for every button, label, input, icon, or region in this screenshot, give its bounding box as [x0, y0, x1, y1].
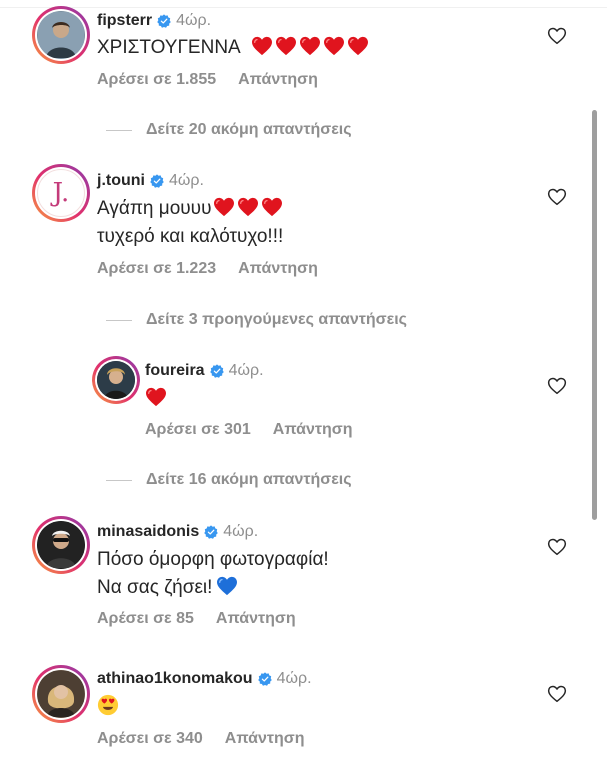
red-heart-emoji: [145, 387, 167, 407]
reply-button[interactable]: Απάντηση: [273, 421, 353, 439]
timestamp[interactable]: 4ώρ.: [277, 670, 312, 688]
red-heart-emoji: [213, 197, 235, 217]
comment-text: Πόσο όμορφη φωτογραφία!: [97, 546, 329, 573]
likes-count[interactable]: Αρέσει σε 301: [145, 421, 251, 439]
red-heart-emoji: [275, 36, 297, 56]
username[interactable]: minasaidonis: [97, 523, 199, 541]
divider-line: [106, 319, 132, 321]
comment-text: [97, 693, 119, 720]
like-heart-icon[interactable]: [547, 685, 567, 703]
avatar[interactable]: J.: [32, 164, 90, 222]
avatar[interactable]: [32, 665, 90, 723]
like-heart-icon[interactable]: [547, 377, 567, 395]
timestamp[interactable]: 4ώρ.: [176, 12, 211, 30]
like-heart-icon[interactable]: [547, 188, 567, 206]
avatar[interactable]: [92, 356, 140, 404]
verified-badge-icon: [150, 174, 164, 188]
timestamp[interactable]: 4ώρ.: [229, 362, 264, 380]
likes-count[interactable]: Αρέσει σε 1.223: [97, 260, 216, 278]
comment-header: fipsterr 4ώρ.: [97, 12, 211, 30]
comment-text-line: τυχερό και καλότυχο!!!: [97, 226, 284, 247]
view-previous-replies[interactable]: Δείτε 3 προηγούμενες απαντήσεις: [106, 311, 407, 329]
reply-button[interactable]: Απάντηση: [216, 610, 296, 628]
username[interactable]: fipsterr: [97, 12, 152, 30]
comment-meta: Αρέσει σε 1.223 Απάντηση: [97, 260, 318, 278]
view-more-replies-label[interactable]: Δείτε 16 ακόμη απαντήσεις: [146, 471, 352, 489]
comment-meta: Αρέσει σε 301 Απάντηση: [145, 421, 353, 439]
divider-line: [106, 479, 132, 481]
reply-button[interactable]: Απάντηση: [238, 71, 318, 89]
username[interactable]: athinao1konomakou: [97, 670, 253, 688]
avatar-photo: [38, 671, 84, 717]
comment-meta: Αρέσει σε 1.855 Απάντηση: [97, 71, 318, 89]
view-previous-replies-label[interactable]: Δείτε 3 προηγούμενες απαντήσεις: [146, 311, 407, 329]
divider-line: [106, 129, 132, 131]
scrollbar[interactable]: [592, 110, 597, 520]
comment-text: ΧΡΙΣΤΟΥΓΕΝΝΑ: [97, 34, 369, 61]
verified-badge-icon: [204, 525, 218, 539]
comment-meta: Αρέσει σε 85 Απάντηση: [97, 610, 296, 628]
reply-button[interactable]: Απάντηση: [225, 730, 305, 748]
comment-text-line: Αγάπη μουυυ: [97, 198, 212, 219]
red-heart-emoji: [237, 197, 259, 217]
avatar-photo: [38, 12, 84, 58]
verified-badge-icon: [258, 672, 272, 686]
comment-text: [145, 385, 167, 412]
username[interactable]: j.touni: [97, 172, 145, 190]
comment-header: foureira 4ώρ.: [145, 362, 264, 380]
view-more-replies-label[interactable]: Δείτε 20 ακόμη απαντήσεις: [146, 121, 352, 139]
view-more-replies[interactable]: Δείτε 16 ακόμη απαντήσεις: [106, 471, 352, 489]
avatar-photo: [38, 522, 84, 568]
comment-header: j.touni 4ώρ.: [97, 172, 204, 190]
blue-heart-emoji: [216, 576, 238, 596]
comment-header: athinao1konomakou 4ώρ.: [97, 670, 312, 688]
username[interactable]: foureira: [145, 362, 205, 380]
verified-badge-icon: [210, 364, 224, 378]
red-heart-emoji: [251, 36, 273, 56]
comment-text: Αγάπη μουυυ: [97, 195, 283, 222]
likes-count[interactable]: Αρέσει σε 340: [97, 730, 203, 748]
comment-text-content: ΧΡΙΣΤΟΥΓΕΝΝΑ: [97, 37, 240, 58]
red-heart-emoji: [299, 36, 321, 56]
avatar[interactable]: [32, 6, 90, 64]
red-heart-emoji: [323, 36, 345, 56]
timestamp[interactable]: 4ώρ.: [223, 523, 258, 541]
avatar[interactable]: [32, 516, 90, 574]
verified-badge-icon: [157, 14, 171, 28]
comment-text-line: Πόσο όμορφη φωτογραφία!: [97, 549, 329, 570]
like-heart-icon[interactable]: [547, 27, 567, 45]
red-heart-emoji: [347, 36, 369, 56]
avatar-photo: [97, 361, 135, 399]
comment-text-line: Να σας ζήσει!: [97, 577, 213, 598]
view-more-replies[interactable]: Δείτε 20 ακόμη απαντήσεις: [106, 121, 352, 139]
timestamp[interactable]: 4ώρ.: [169, 172, 204, 190]
like-heart-icon[interactable]: [547, 538, 567, 556]
comment-text: τυχερό και καλότυχο!!!: [97, 223, 283, 250]
likes-count[interactable]: Αρέσει σε 85: [97, 610, 194, 628]
likes-count[interactable]: Αρέσει σε 1.855: [97, 71, 216, 89]
top-divider: [0, 0, 607, 8]
avatar-logo: J.: [52, 178, 70, 208]
comment-text: Να σας ζήσει!: [97, 574, 238, 601]
comment-meta: Αρέσει σε 340 Απάντηση: [97, 730, 305, 748]
reply-button[interactable]: Απάντηση: [238, 260, 318, 278]
red-heart-emoji: [261, 197, 283, 217]
heart-eyes-emoji: [97, 694, 119, 716]
comment-header: minasaidonis 4ώρ.: [97, 523, 258, 541]
